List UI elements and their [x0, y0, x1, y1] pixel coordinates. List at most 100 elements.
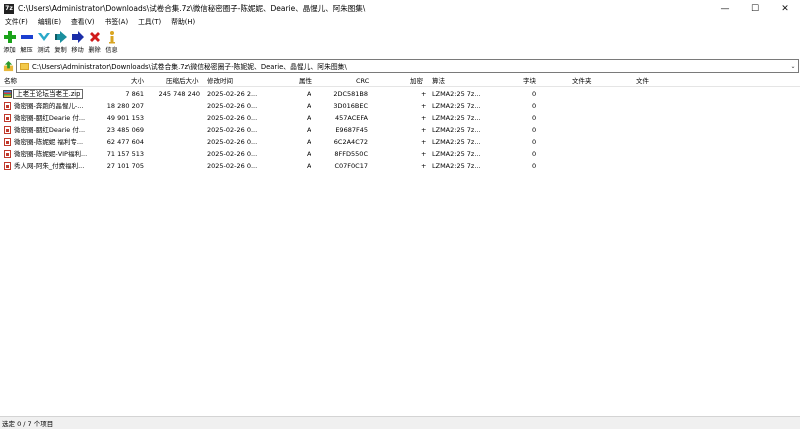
- file-size: 27 101 705: [106, 162, 144, 170]
- maximize-button[interactable]: ☐: [740, 0, 770, 17]
- extract-button[interactable]: 解压: [18, 28, 35, 57]
- copy-button[interactable]: 复制: [52, 28, 69, 57]
- file-method: LZMA2:25 7z...: [432, 138, 481, 146]
- folder-up-icon: [3, 60, 13, 71]
- file-attributes: A: [307, 114, 312, 122]
- test-button[interactable]: 测试: [35, 28, 52, 57]
- info-button[interactable]: 信息: [103, 28, 120, 57]
- window-title: C:\Users\Administrator\Downloads\试卷合集.7z…: [18, 4, 366, 13]
- folder-up-button[interactable]: [2, 60, 14, 72]
- file-packed-size: [152, 100, 200, 112]
- zip-file-icon: [3, 90, 12, 98]
- file-attributes: A: [307, 138, 312, 146]
- table-row[interactable]: 微密圈-胭红Dearie 付... 49 901 153 2025-02-26 …: [0, 112, 800, 124]
- add-button[interactable]: 添加: [1, 28, 18, 57]
- image-file-icon: [4, 126, 11, 134]
- file-encrypted: +: [421, 138, 427, 146]
- menu-file[interactable]: 文件(F): [0, 17, 33, 28]
- file-crc: E9687F45: [335, 126, 368, 134]
- file-method: LZMA2:25 7z...: [432, 126, 481, 134]
- table-row[interactable]: 微密圈-胭红Dearie 付... 23 485 069 2025-02-26 …: [0, 124, 800, 136]
- column-attributes[interactable]: 属性: [299, 76, 312, 87]
- menu-help[interactable]: 帮助(H): [166, 17, 200, 28]
- file-modified: 2025-02-26 0...: [207, 102, 258, 110]
- file-size: 49 901 153: [106, 114, 144, 122]
- table-row[interactable]: 秀人网-阿朱_付费福利... 27 101 705 2025-02-26 0..…: [0, 160, 800, 172]
- file-name[interactable]: 上老王论坛当老王.zip: [13, 89, 84, 99]
- status-text: 选定 0 / 7 个项目: [2, 420, 54, 428]
- file-method: LZMA2:25 7z...: [432, 114, 481, 122]
- file-encrypted: +: [421, 114, 427, 122]
- image-file-icon: [4, 114, 11, 122]
- column-modified[interactable]: 修改时间: [207, 76, 233, 87]
- move-icon: [71, 31, 84, 43]
- table-row[interactable]: 微密圈-陈妮妮 福利专... 62 477 604 2025-02-26 0..…: [0, 136, 800, 148]
- file-packed-size: [152, 148, 200, 160]
- file-name[interactable]: 微密圈-陈妮妮 福利专...: [14, 136, 100, 148]
- path-combobox[interactable]: C:\Users\Administrator\Downloads\试卷合集.7z…: [16, 59, 799, 73]
- file-packed-size: [152, 124, 200, 136]
- file-encrypted: +: [421, 162, 427, 170]
- delete-button[interactable]: 删除: [86, 28, 103, 57]
- column-name[interactable]: 名称: [4, 76, 17, 87]
- column-files[interactable]: 文件: [636, 76, 649, 87]
- menu-view[interactable]: 查看(V): [66, 17, 100, 28]
- file-packed-size: [152, 160, 200, 172]
- copy-icon: [54, 31, 67, 43]
- move-button[interactable]: 移动: [69, 28, 86, 57]
- info-label: 信息: [105, 47, 118, 54]
- file-modified: 2025-02-26 2...: [207, 90, 258, 98]
- column-size[interactable]: 大小: [131, 76, 144, 87]
- column-packed-size[interactable]: 压缩后大小: [166, 76, 199, 87]
- menu-bar: 文件(F) 编辑(E) 查看(V) 书签(A) 工具(T) 帮助(H): [0, 17, 800, 28]
- file-name[interactable]: 微密圈-胭红Dearie 付...: [14, 112, 100, 124]
- column-crc[interactable]: CRC: [356, 76, 369, 87]
- test-icon: [37, 33, 50, 41]
- minimize-button[interactable]: —: [710, 0, 740, 17]
- file-block: 0: [532, 102, 537, 110]
- file-block: 0: [532, 90, 537, 98]
- column-encrypted[interactable]: 加密: [410, 76, 423, 87]
- menu-edit[interactable]: 编辑(E): [33, 17, 66, 28]
- file-method: LZMA2:25 7z...: [432, 90, 481, 98]
- file-name[interactable]: 秀人网-阿朱_付费福利...: [14, 160, 100, 172]
- toolbar: 添加 解压 测试 复制 移动 删除 信息: [0, 28, 800, 57]
- file-encrypted: +: [421, 150, 427, 158]
- info-icon: [108, 31, 115, 44]
- file-modified: 2025-02-26 0...: [207, 150, 258, 158]
- file-method: LZMA2:25 7z...: [432, 150, 481, 158]
- file-encrypted: +: [421, 102, 427, 110]
- file-name[interactable]: 微密圈-陈妮妮-VIP福利...: [14, 148, 100, 160]
- file-attributes: A: [307, 90, 312, 98]
- table-row[interactable]: 微密圈-奔跑的晶惺儿-... 18 280 207 2025-02-26 0..…: [0, 100, 800, 112]
- file-size: 23 485 069: [106, 126, 144, 134]
- file-encrypted: +: [421, 126, 427, 134]
- file-crc: 3D016BEC: [333, 102, 368, 110]
- file-block: 0: [532, 150, 537, 158]
- address-bar: C:\Users\Administrator\Downloads\试卷合集.7z…: [0, 58, 800, 74]
- table-row[interactable]: 上老王论坛当老王.zip 7 861 245 748 240 2025-02-2…: [0, 88, 800, 100]
- file-block: 0: [532, 126, 537, 134]
- file-method: LZMA2:25 7z...: [432, 102, 481, 110]
- menu-tools[interactable]: 工具(T): [133, 17, 166, 28]
- add-label: 添加: [3, 47, 16, 54]
- column-method[interactable]: 算法: [432, 76, 445, 87]
- title-bar: 7z C:\Users\Administrator\Downloads\试卷合集…: [0, 0, 800, 17]
- file-modified: 2025-02-26 0...: [207, 126, 258, 134]
- menu-bookmarks[interactable]: 书签(A): [100, 17, 134, 28]
- column-block[interactable]: 字块: [523, 76, 536, 87]
- path-text[interactable]: C:\Users\Administrator\Downloads\试卷合集.7z…: [32, 61, 788, 71]
- delete-icon: [89, 32, 100, 42]
- close-button[interactable]: ✕: [770, 0, 800, 17]
- chevron-down-icon[interactable]: ⌄: [788, 63, 798, 70]
- file-name[interactable]: 微密圈-胭红Dearie 付...: [14, 124, 100, 136]
- file-method: LZMA2:25 7z...: [432, 162, 481, 170]
- file-attributes: A: [307, 126, 312, 134]
- column-folders[interactable]: 文件夹: [572, 76, 592, 87]
- move-label: 移动: [71, 47, 84, 54]
- file-size: 18 280 207: [106, 102, 144, 110]
- file-packed-size: [152, 136, 200, 148]
- test-label: 测试: [37, 47, 50, 54]
- file-name[interactable]: 微密圈-奔跑的晶惺儿-...: [14, 100, 100, 112]
- table-row[interactable]: 微密圈-陈妮妮-VIP福利... 71 157 513 2025-02-26 0…: [0, 148, 800, 160]
